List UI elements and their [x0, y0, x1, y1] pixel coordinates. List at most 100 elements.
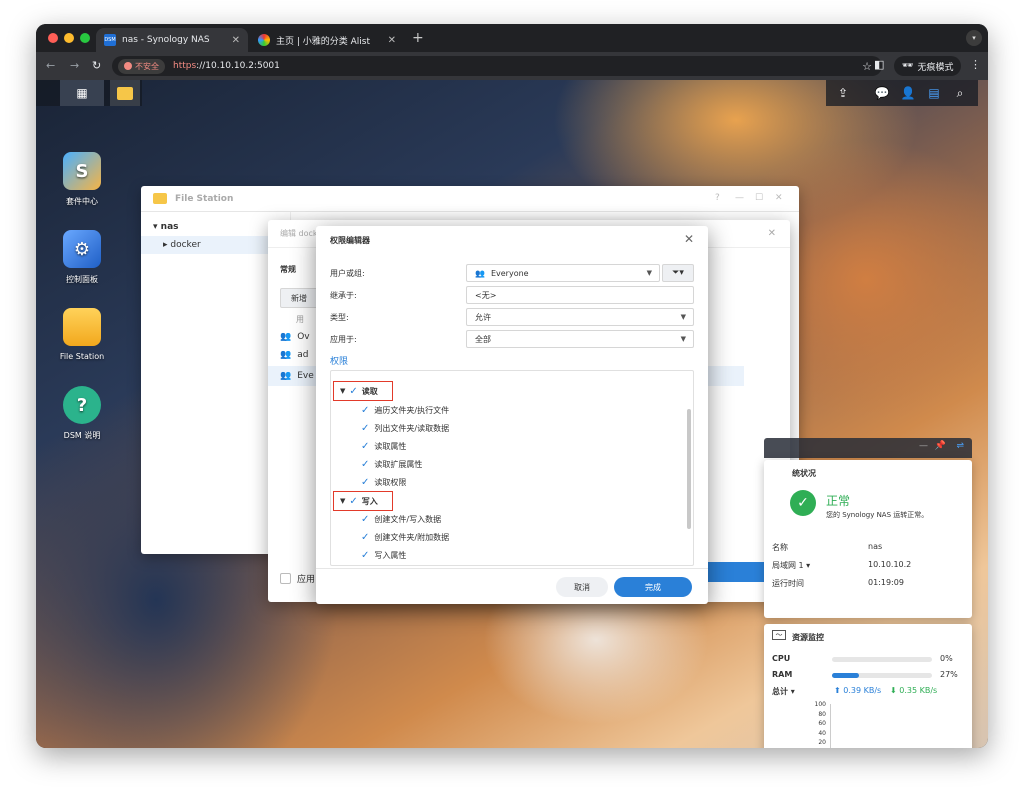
tab-general[interactable]: 常规 — [280, 264, 296, 275]
minimize-icon[interactable]: — — [735, 193, 744, 203]
perm-label: 写入属性 — [374, 551, 407, 560]
desktop-icon-file-station[interactable]: File Station — [42, 308, 122, 361]
checkmark-icon[interactable]: ✓ — [361, 405, 369, 416]
add-button[interactable]: 新增 — [280, 288, 318, 308]
cancel-button[interactable]: 取消 — [556, 577, 608, 597]
main-menu-icon[interactable]: ▦ — [60, 80, 104, 106]
apply-checkbox[interactable]: 应用 — [280, 572, 315, 585]
zoom-window-button[interactable] — [80, 33, 90, 43]
desktop-icon-control-panel[interactable]: ⚙ 控制面板 — [42, 230, 122, 285]
search-icon[interactable]: ⌕ — [948, 80, 972, 106]
resource-monitor-widget: 〜 资源监控 CPU 0% RAM 27% 总计 ▾ ⬆ 0.39 KB/s ⬇… — [764, 624, 972, 748]
filter-button[interactable]: ⏷▾ — [662, 264, 694, 282]
minimize-icon[interactable]: — — [919, 441, 928, 451]
perm-item[interactable]: ✓ 读取扩展属性 — [361, 459, 422, 470]
widgets-icon[interactable]: ▤ — [922, 80, 946, 106]
status-description: 您的 Synology NAS 运转正常。 — [826, 511, 929, 519]
tree-node-nas[interactable]: ▾ nas — [153, 222, 179, 232]
widget-settings-icon[interactable]: ⇌ — [956, 441, 964, 451]
user-group-select[interactable]: 👥 Everyone ▼ — [466, 264, 660, 282]
user-icon[interactable]: 👤 — [896, 80, 920, 106]
perm-item[interactable]: ✓ 创建文件/写入数据 — [361, 514, 441, 525]
reload-icon[interactable]: ↻ — [92, 59, 101, 72]
perm-label: 遍历文件夹/执行文件 — [374, 406, 450, 415]
close-icon[interactable]: ✕ — [684, 232, 694, 246]
scrollbar[interactable] — [687, 409, 691, 529]
download-rate: ⬇ 0.35 KB/s — [890, 686, 937, 695]
help-icon[interactable]: ? — [715, 193, 720, 203]
checkmark-icon[interactable]: ✓ — [361, 532, 369, 543]
checkbox-label: 应用 — [297, 575, 316, 585]
type-select[interactable]: 允许 ▼ — [466, 308, 694, 326]
select-value: 允许 — [475, 312, 491, 322]
group-write[interactable]: ▼ ✓ 写入 — [333, 491, 393, 511]
perm-item[interactable]: ✓ 读取权限 — [361, 477, 406, 488]
perm-item[interactable]: ✓ 写入属性 — [361, 550, 406, 561]
close-tab-icon[interactable]: ✕ — [232, 35, 240, 46]
checkmark-icon[interactable]: ✓ — [361, 459, 369, 470]
y-tick: 100 — [814, 701, 826, 708]
tree-node-label: docker — [170, 240, 201, 250]
table-row[interactable]: 👥 Ov — [280, 332, 310, 342]
perm-item[interactable]: ✓ 创建文件夹/附加数据 — [361, 532, 449, 543]
info-label[interactable]: 局域网 1 ▾ — [772, 560, 810, 571]
row-label: ad — [297, 350, 309, 360]
button-label: 取消 — [574, 582, 590, 592]
done-button[interactable]: 完成 — [614, 577, 692, 597]
widget-title: 资源监控 — [792, 633, 824, 642]
checkmark-icon[interactable]: ✓ — [361, 514, 369, 525]
apply-to-select[interactable]: 全部 ▼ — [466, 330, 694, 348]
upload-icon: ⬆ — [834, 686, 844, 695]
back-icon[interactable]: ← — [46, 59, 55, 72]
browser-menu-icon[interactable]: ⋮ — [970, 58, 981, 71]
checkbox-box — [280, 573, 291, 584]
checkmark-icon[interactable]: ✓ — [361, 423, 369, 434]
tab-alist[interactable]: 主页 | 小雅的分类 Alist ✕ — [250, 28, 404, 52]
tab-title: nas - Synology NAS — [122, 35, 210, 45]
close-tab-icon[interactable]: ✕ — [388, 35, 396, 46]
inherit-label: 继承于: — [330, 291, 357, 300]
checkmark-icon[interactable]: ✓ — [349, 496, 357, 507]
folder-icon — [117, 86, 133, 100]
tab-search-icon[interactable]: ▾ — [966, 30, 982, 46]
filter-icon: ⏷▾ — [672, 268, 684, 278]
close-icon[interactable]: ✕ — [768, 228, 776, 239]
permission-list[interactable]: ▼ ✓ 读取 ✓ 遍历文件夹/执行文件 ✓ 列出文件夹/读取数据 ✓ 读取属性 ✓ 读取… — [330, 370, 694, 566]
column-header: 用 — [296, 315, 304, 324]
perm-item[interactable]: ✓ 读取属性 — [361, 441, 406, 452]
close-icon[interactable]: ✕ — [775, 193, 783, 203]
insecure-badge[interactable]: 不安全 — [118, 58, 165, 74]
desktop-icon-dsm-help[interactable]: ? DSM 说明 — [42, 386, 122, 441]
tab-label: 常规 — [280, 265, 296, 274]
file-station-taskbar-icon[interactable] — [110, 80, 140, 106]
network-total-dropdown[interactable]: 总计 ▾ — [772, 686, 795, 697]
forward-icon[interactable]: → — [70, 59, 79, 72]
group-label: 读取 — [361, 386, 378, 396]
ram-bar-fill — [832, 673, 859, 678]
table-row[interactable]: 👥 ad — [280, 350, 308, 360]
group-read[interactable]: ▼ ✓ 读取 — [333, 381, 393, 401]
desktop-icon-package-center[interactable]: S 套件中心 — [42, 152, 122, 207]
cpu-value: 0% — [940, 654, 953, 663]
side-panel-icon[interactable]: ◧ — [874, 58, 884, 71]
perm-item[interactable]: ✓ 遍历文件夹/执行文件 — [361, 405, 449, 416]
close-window-button[interactable] — [48, 33, 58, 43]
maximize-icon[interactable]: ☐ — [755, 193, 763, 203]
checkmark-icon[interactable]: ✓ — [349, 386, 357, 397]
checkmark-icon[interactable]: ✓ — [361, 477, 369, 488]
bookmark-star-icon[interactable]: ☆ — [862, 60, 872, 73]
address-bar[interactable]: 不安全 https://10.10.10.2:5001 ☆ — [112, 56, 882, 76]
control-panel-icon: ⚙ — [63, 230, 101, 268]
upload-queue-icon[interactable]: ⇪ — [830, 80, 856, 106]
new-tab-icon[interactable]: + — [412, 30, 424, 46]
pin-icon[interactable]: 📌 — [935, 441, 946, 451]
notifications-icon[interactable]: 💬 — [870, 80, 894, 106]
incognito-indicator[interactable]: 🕶 无痕模式 — [894, 56, 962, 76]
checkmark-icon[interactable]: ✓ — [361, 441, 369, 452]
checkmark-icon[interactable]: ✓ — [361, 550, 369, 561]
tab-synology-nas[interactable]: DSM nas - Synology NAS ✕ — [96, 28, 248, 52]
group-icon: 👥 — [280, 350, 292, 360]
minimize-window-button[interactable] — [64, 33, 74, 43]
chevron-down-icon: ▾ — [153, 222, 161, 232]
perm-item[interactable]: ✓ 列出文件夹/读取数据 — [361, 423, 449, 434]
